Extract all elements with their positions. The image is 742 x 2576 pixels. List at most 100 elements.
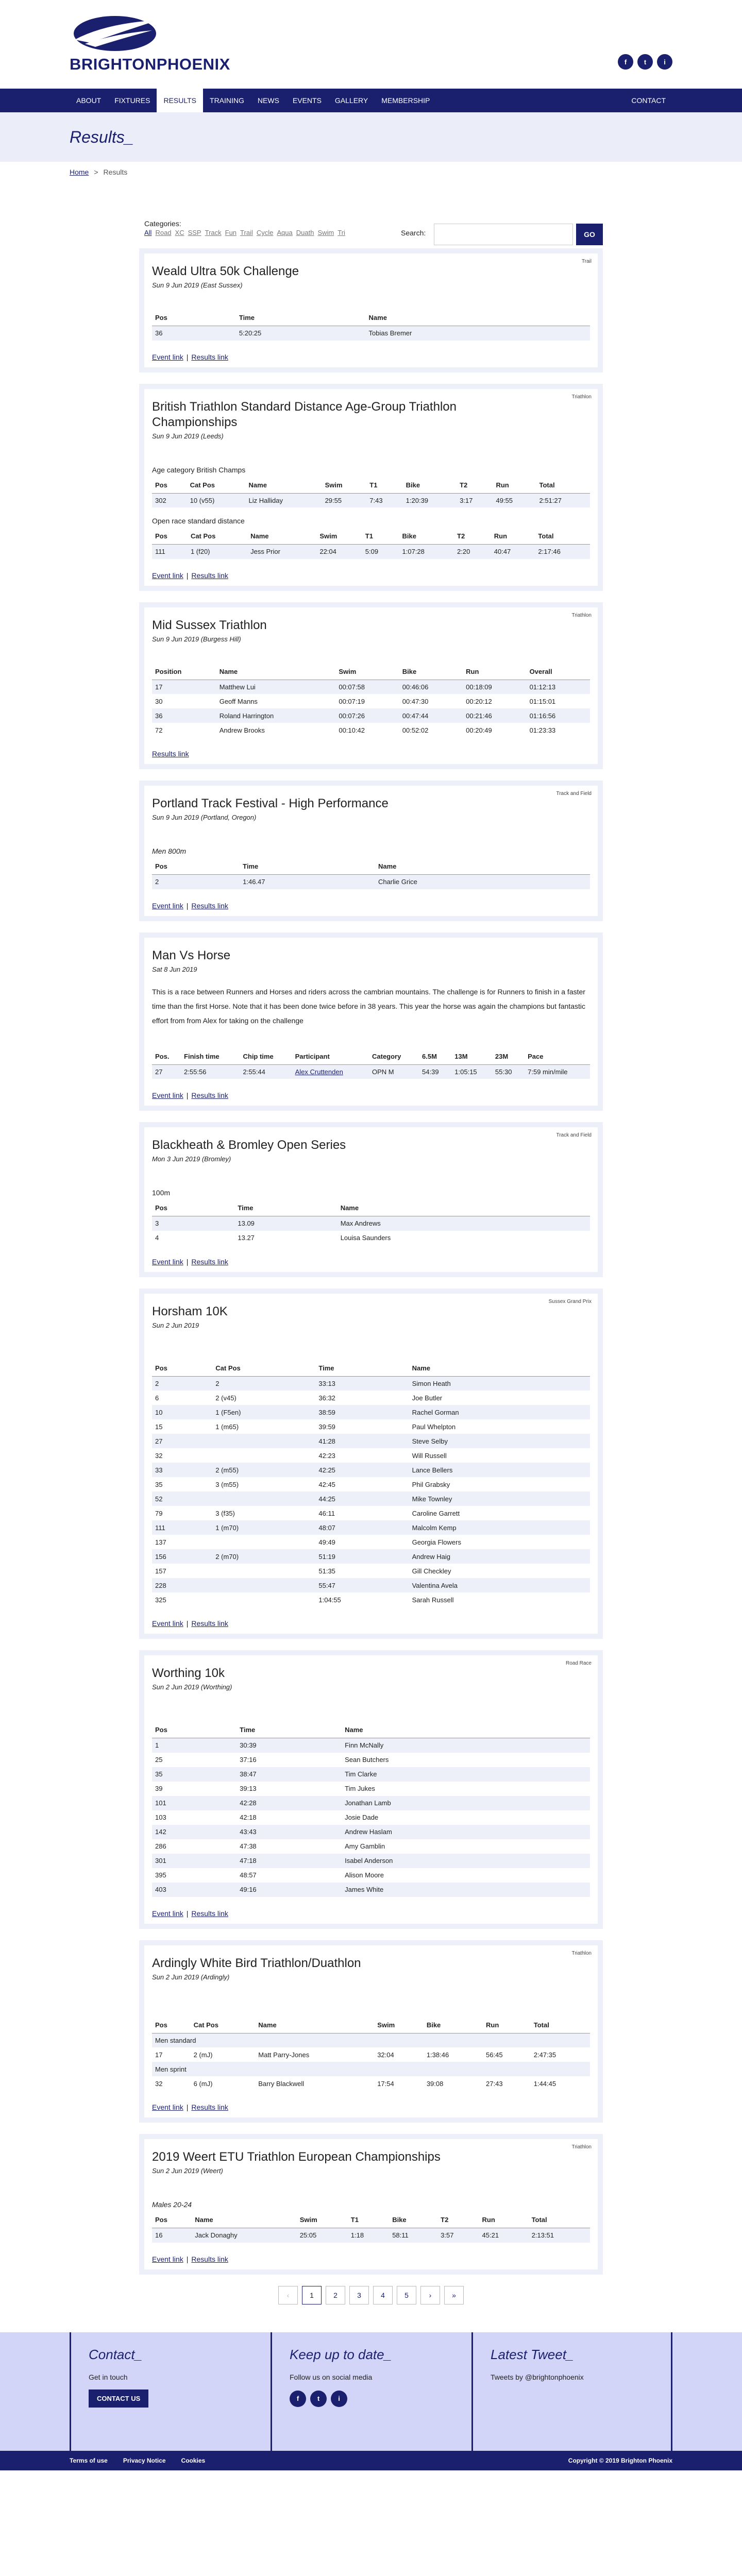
category-tri[interactable]: Tri	[338, 229, 345, 236]
event-title[interactable]: Blackheath & Bromley Open Series	[152, 1138, 544, 1153]
results-link[interactable]: Results link	[191, 1909, 228, 1918]
cookies-link[interactable]: Cookies	[181, 2457, 206, 2464]
footer-twitter-icon[interactable]: t	[310, 2390, 327, 2407]
event-date: Sun 2 Jun 2019	[152, 1321, 199, 1329]
results-link[interactable]: Results link	[191, 1619, 228, 1628]
results-link[interactable]: Results link	[191, 2103, 228, 2111]
event-title[interactable]: British Triathlon Standard Distance Age-…	[152, 399, 544, 430]
result-cell: 17	[155, 2050, 163, 2059]
pager-page-3[interactable]: 3	[349, 2285, 369, 2304]
nav-gallery[interactable]: GALLERY	[328, 89, 375, 112]
twitter-icon[interactable]: t	[637, 54, 653, 70]
pager-page-5[interactable]: 5	[397, 2285, 416, 2304]
category-trail[interactable]: Trail	[240, 229, 253, 236]
category-fun[interactable]: Fun	[225, 229, 237, 236]
event-title[interactable]: 2019 Weert ETU Triathlon European Champi…	[152, 2149, 544, 2165]
event-card: Road Race Worthing 10k Sun 2 Jun 2019 (Wor…	[139, 1650, 603, 1929]
privacy-link[interactable]: Privacy Notice	[123, 2457, 166, 2464]
nav-membership[interactable]: MEMBERSHIP	[375, 89, 436, 112]
event-title[interactable]: Worthing 10k	[152, 1666, 544, 1681]
result-cell: 6 (mJ)	[193, 2079, 213, 2088]
results-link[interactable]: Results link	[191, 1091, 228, 1099]
result-row: 2 1:46.47 Charlie Grice	[152, 874, 590, 889]
result-cell: 25	[155, 1756, 163, 1764]
result-cell: 38:47	[237, 1767, 342, 1782]
event-title[interactable]: Man Vs Horse	[152, 948, 544, 963]
result-cell: 228	[152, 1578, 213, 1592]
event-link[interactable]: Event link	[152, 1909, 183, 1918]
contact-us-button[interactable]: CONTACT US	[89, 2389, 149, 2408]
event-link[interactable]: Event link	[152, 571, 183, 580]
pager-last[interactable]: »	[444, 2285, 464, 2304]
pager-prev[interactable]: ‹	[278, 2285, 298, 2304]
nav-news[interactable]: NEWS	[251, 89, 286, 112]
event-link[interactable]: Event link	[152, 2255, 183, 2263]
results-table: Pos Time Name 1 30:39 Finn McNally 25 37:16 Sean…	[152, 1722, 590, 1897]
category-duath[interactable]: Duath	[296, 229, 314, 236]
event-link[interactable]: Event link	[152, 1258, 183, 1266]
column-header: Bike	[389, 2212, 438, 2228]
result-cell: Will Russell	[412, 1451, 447, 1460]
pager-page-4[interactable]: 4	[373, 2285, 393, 2304]
event-title[interactable]: Portland Track Festival - High Performan…	[152, 796, 544, 811]
event-title[interactable]: Horsham 10K	[152, 1304, 544, 1319]
result-cell: 42:45	[318, 1480, 335, 1488]
event-category-badge: Track and Field	[556, 1132, 592, 1138]
facebook-icon[interactable]: f	[618, 54, 633, 70]
event-link[interactable]: Event link	[152, 1619, 183, 1628]
footer-facebook-icon[interactable]: f	[290, 2390, 306, 2407]
event-links: Event link | Results link	[152, 2103, 590, 2111]
category-aqua[interactable]: Aqua	[277, 229, 292, 236]
column-header: Name	[342, 1722, 590, 1738]
event-links: Event link | Results link	[152, 1909, 590, 1918]
result-row: 6 2 (v45) 36:32 Joe Butler	[152, 1391, 590, 1405]
results-link[interactable]: Results link	[191, 571, 228, 580]
event-link[interactable]: Event link	[152, 2103, 183, 2111]
nav-training[interactable]: TRAINING	[203, 89, 251, 112]
nav-contact[interactable]: CONTACT	[625, 89, 672, 112]
pager-page-1[interactable]: 1	[302, 2285, 322, 2304]
results-link[interactable]: Results link	[191, 353, 228, 361]
event-title[interactable]: Weald Ultra 50k Challenge	[152, 264, 544, 279]
nav-events[interactable]: EVENTS	[286, 89, 328, 112]
category-xc[interactable]: XC	[175, 229, 184, 236]
pager-next[interactable]: ›	[420, 2285, 440, 2304]
result-row: 228 55:47 Valentina Avela	[152, 1578, 590, 1592]
result-cell: 43:43	[237, 1824, 342, 1839]
results-link[interactable]: Results link	[191, 2255, 228, 2263]
nav-fixtures[interactable]: FIXTURES	[108, 89, 157, 112]
result-cell: 2	[152, 874, 240, 889]
event-title[interactable]: Mid Sussex Triathlon	[152, 618, 544, 633]
participant-link[interactable]: Alex Cruttenden	[295, 1068, 343, 1076]
nav-results[interactable]: RESULTS	[157, 89, 204, 112]
result-cell: Jonathan Lamb	[342, 1795, 590, 1810]
category-swim[interactable]: Swim	[317, 229, 334, 236]
results-link[interactable]: Results link	[191, 902, 228, 910]
category-ssp[interactable]: SSP	[188, 229, 201, 236]
footer-instagram-icon[interactable]: i	[331, 2390, 347, 2407]
category-track[interactable]: Track	[205, 229, 222, 236]
search-go-button[interactable]: GO	[576, 224, 603, 245]
results-link[interactable]: Results link	[191, 1258, 228, 1266]
results-link[interactable]: Results link	[152, 750, 189, 758]
footer-tweet-text[interactable]: Tweets by @brightonphoenix	[491, 2373, 655, 2381]
event-link[interactable]: Event link	[152, 902, 183, 910]
result-cell: Tobias Bremer	[365, 326, 590, 341]
site-logo[interactable]: BRIGHTONPHOENIX	[70, 13, 240, 77]
category-road[interactable]: Road	[155, 229, 171, 236]
terms-link[interactable]: Terms of use	[70, 2457, 108, 2464]
breadcrumb-home[interactable]: Home	[70, 168, 89, 176]
event-link[interactable]: Event link	[152, 353, 183, 361]
result-cell: 01:15:01	[529, 697, 556, 705]
result-cell: Sean Butchers	[345, 1756, 389, 1764]
nav-about[interactable]: ABOUT	[70, 89, 108, 112]
instagram-icon[interactable]: i	[657, 54, 672, 70]
search-input[interactable]	[434, 224, 573, 245]
event-title[interactable]: Ardingly White Bird Triathlon/Duathlon	[152, 1956, 544, 1971]
event-link[interactable]: Event link	[152, 1091, 183, 1099]
result-row: 103 42:18 Josie Dade	[152, 1810, 590, 1825]
category-all[interactable]: All	[144, 229, 151, 236]
results-table: Position Name Swim Bike Run Overall 17 Matthew …	[152, 663, 590, 738]
pager-page-2[interactable]: 2	[326, 2285, 345, 2304]
category-cycle[interactable]: Cycle	[257, 229, 274, 236]
